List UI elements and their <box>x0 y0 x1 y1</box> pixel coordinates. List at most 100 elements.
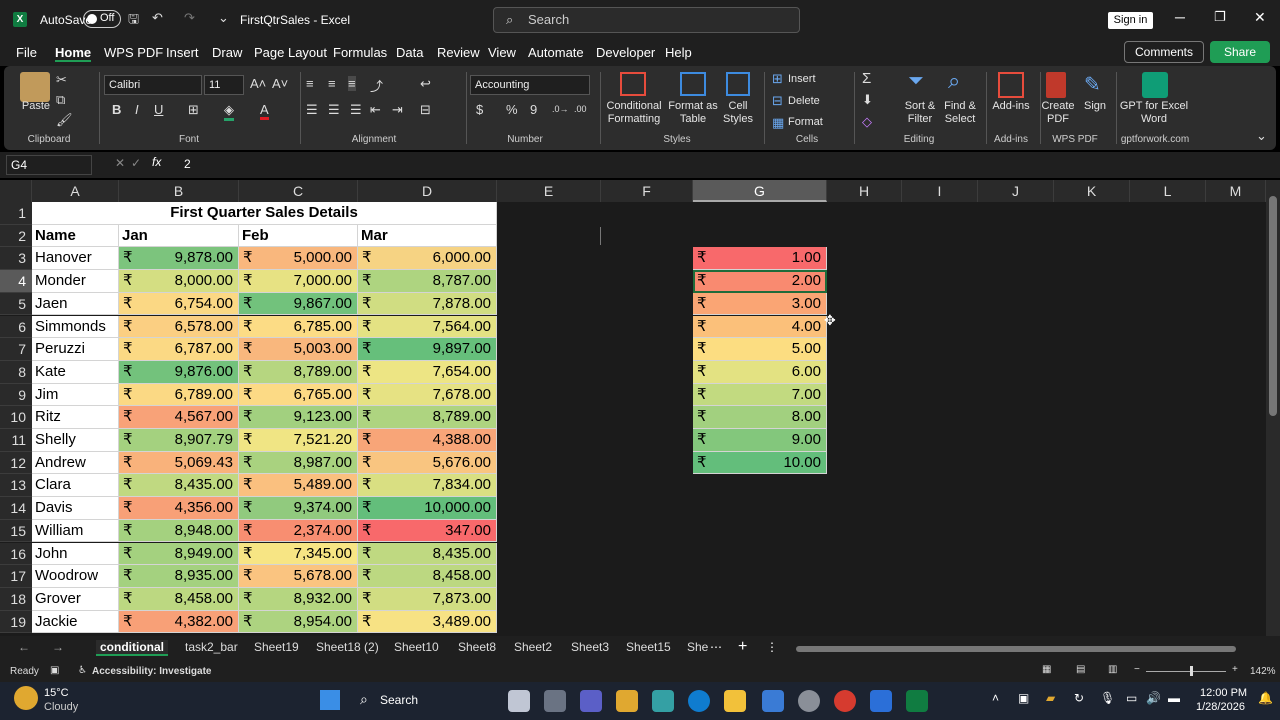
column-header-e[interactable]: E <box>497 180 601 202</box>
italic-icon[interactable]: I <box>135 102 139 117</box>
row-header-1[interactable]: 1 <box>0 202 32 225</box>
sales-cell[interactable]: ₹7,654.00 <box>358 360 497 384</box>
comma-icon[interactable]: 9 <box>530 102 537 117</box>
file-explorer-icon[interactable] <box>724 690 746 712</box>
sales-cell[interactable]: ₹8,458.00 <box>358 565 497 588</box>
wrap-text-icon[interactable]: ↩ <box>420 76 431 92</box>
select-all-corner[interactable] <box>0 180 32 202</box>
sales-cell[interactable]: ₹8,789.00 <box>239 360 358 384</box>
sales-cell[interactable]: ₹9,876.00 <box>119 360 239 384</box>
name-cell[interactable]: William <box>32 519 119 543</box>
sales-cell[interactable]: ₹6,787.00 <box>119 338 239 361</box>
pdf-reader-icon[interactable] <box>834 690 856 712</box>
sales-cell[interactable]: ₹7,564.00 <box>358 315 497 339</box>
bold-icon[interactable]: B <box>112 102 121 117</box>
excel-taskbar-icon[interactable] <box>906 690 928 712</box>
name-box[interactable]: G4 <box>6 155 92 175</box>
column-header-i[interactable]: I <box>902 180 978 202</box>
collapse-ribbon-icon[interactable]: ⌄ <box>1256 128 1267 144</box>
sign-icon[interactable]: ✎ <box>1084 72 1101 97</box>
increase-indent-icon[interactable]: ⇥ <box>392 102 403 118</box>
tray-sync-icon[interactable]: ↻ <box>1074 691 1084 705</box>
fill-icon[interactable]: ⬇ <box>862 92 873 108</box>
sales-cell[interactable]: ₹7,834.00 <box>358 474 497 498</box>
g-value-cell[interactable]: ₹10.00 <box>693 451 827 475</box>
row-header-4[interactable]: 4 <box>0 270 32 293</box>
sales-cell[interactable]: ₹6,578.00 <box>119 315 239 339</box>
vertical-scrollbar[interactable] <box>1266 180 1280 636</box>
customize-toolbar-icon[interactable]: ⌄ <box>218 10 229 26</box>
cell-styles-button[interactable]: Cell Styles <box>716 100 760 126</box>
sales-cell[interactable]: ₹5,489.00 <box>239 474 358 498</box>
save-icon[interactable]: 🖫 <box>128 10 139 32</box>
sales-cell[interactable]: ₹8,458.00 <box>119 587 239 611</box>
increase-decimal-icon[interactable]: .0→ <box>552 104 569 114</box>
format-as-table-icon[interactable] <box>680 72 706 96</box>
header-cell[interactable]: Mar <box>358 224 497 248</box>
formula-input[interactable]: 2 <box>180 155 1270 175</box>
name-cell[interactable]: Ritz <box>32 406 119 429</box>
find-select-icon[interactable]: ⌕ <box>948 68 960 94</box>
horizontal-scrollbar[interactable] <box>796 646 1236 652</box>
borders-icon[interactable]: ⊞ <box>188 102 199 118</box>
cancel-icon[interactable]: ✕ <box>115 156 125 170</box>
name-cell[interactable]: Hanover <box>32 247 119 271</box>
conditional-formatting-button[interactable]: Conditional Formatting <box>602 100 666 126</box>
row-header-13[interactable]: 13 <box>0 474 32 498</box>
add-ins-button[interactable]: Add-ins <box>988 100 1034 113</box>
show-hidden-icons[interactable]: ˄ <box>992 691 999 705</box>
column-header-h[interactable]: H <box>827 180 902 202</box>
sales-cell[interactable]: ₹7,345.00 <box>239 542 358 566</box>
cut-icon[interactable]: ✂ <box>56 72 67 88</box>
increase-font-icon[interactable]: A˄ <box>250 76 266 91</box>
row-header-16[interactable]: 16 <box>0 542 32 566</box>
sales-cell[interactable]: ₹8,000.00 <box>119 270 239 293</box>
sales-cell[interactable]: ₹9,374.00 <box>239 497 358 520</box>
sales-cell[interactable]: ₹9,897.00 <box>358 338 497 361</box>
sales-cell[interactable]: ₹8,987.00 <box>239 451 358 475</box>
sign-button[interactable]: Sign <box>1080 100 1110 113</box>
decrease-indent-icon[interactable]: ⇤ <box>370 102 381 118</box>
insert-cells-button[interactable]: Insert <box>788 73 816 86</box>
minimize-icon[interactable]: ─ <box>1175 9 1185 25</box>
spreadsheet-grid[interactable]: A B C D E F G H I J K L M 1 2 3 4 5 6 7 8 9 10 11 12 13 14 15 16 17 18… <box>0 180 1266 636</box>
name-cell[interactable]: Woodrow <box>32 565 119 588</box>
zoom-level[interactable]: 142% <box>1250 666 1276 677</box>
weather-icon[interactable] <box>14 686 38 710</box>
tab-page-layout[interactable]: Page Layout <box>254 45 327 60</box>
zoom-slider[interactable] <box>1146 671 1226 672</box>
fill-color-icon[interactable]: ◈ <box>224 102 234 121</box>
row-header-3[interactable]: 3 <box>0 247 32 271</box>
delete-cells-icon[interactable]: ⊟ <box>772 93 783 109</box>
page-layout-view-icon[interactable]: ▤ <box>1076 664 1085 675</box>
name-cell[interactable]: Kate <box>32 360 119 384</box>
row-header-7[interactable]: 7 <box>0 338 32 361</box>
find-select-button[interactable]: Find & Select <box>938 100 982 126</box>
tab-view[interactable]: View <box>488 45 516 60</box>
column-header-f[interactable]: F <box>601 180 693 202</box>
row-header-6[interactable]: 6 <box>0 315 32 339</box>
sales-cell[interactable]: ₹5,000.00 <box>239 247 358 271</box>
sales-cell[interactable]: ₹5,676.00 <box>358 451 497 475</box>
sales-cell[interactable]: ₹4,388.00 <box>358 429 497 452</box>
store-icon[interactable] <box>616 690 638 712</box>
outlook-icon[interactable] <box>870 690 892 712</box>
battery-icon[interactable]: ▬ <box>1168 691 1180 705</box>
tab-insert[interactable]: Insert <box>166 45 199 60</box>
sales-cell[interactable]: ₹8,789.00 <box>358 406 497 429</box>
orientation-icon[interactable]: ⤴ <box>370 76 383 95</box>
sales-cell[interactable]: ₹6,785.00 <box>239 315 358 339</box>
sort-filter-button[interactable]: Sort & Filter <box>898 100 942 126</box>
sheet-tab[interactable]: Sheet2 <box>514 640 552 654</box>
sheet-tab[interactable]: Sheet18 (2) <box>316 640 379 654</box>
sales-cell[interactable]: ₹7,878.00 <box>358 292 497 316</box>
column-header-d[interactable]: D <box>358 180 497 202</box>
merge-center-icon[interactable]: ⊟ <box>420 102 431 118</box>
paste-button[interactable]: Paste <box>16 100 56 113</box>
row-header-17[interactable]: 17 <box>0 565 32 588</box>
row-header-5[interactable]: 5 <box>0 292 32 316</box>
name-cell[interactable]: Davis <box>32 497 119 520</box>
sheet-tab[interactable]: She <box>687 640 708 654</box>
align-top-icon[interactable]: ≡ <box>306 76 314 91</box>
name-cell[interactable]: Jackie <box>32 610 119 634</box>
